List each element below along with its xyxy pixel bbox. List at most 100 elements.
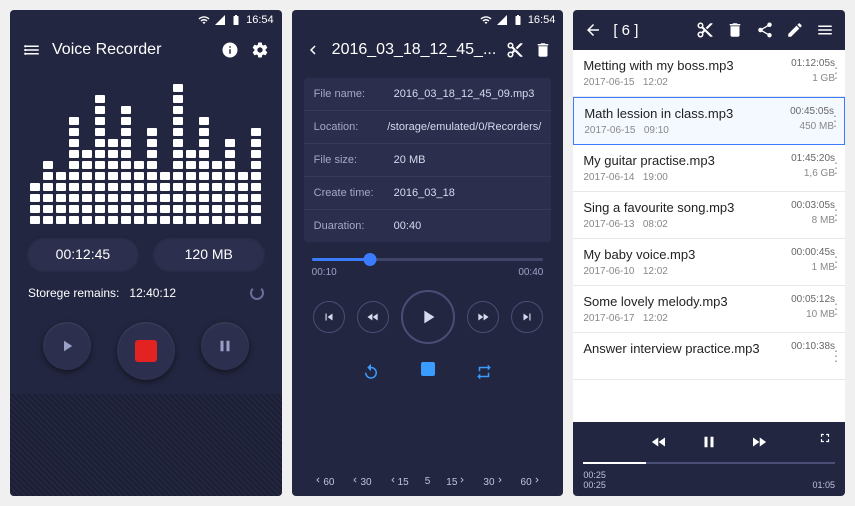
skip-option[interactable]: 15 — [440, 475, 473, 488]
back-icon[interactable] — [304, 40, 322, 60]
info-key: File name: — [314, 88, 394, 100]
repeat-icon[interactable] — [361, 362, 381, 382]
info-key: File size: — [314, 154, 394, 166]
file-title: 2016_03_18_12_45_... — [332, 41, 497, 59]
screen-list: [ 6 ] Metting with my boss.mp32017-06-15… — [573, 10, 845, 496]
pause-button[interactable] — [201, 322, 249, 370]
info-val: /storage/emulated/0/Recorders/ — [387, 121, 541, 133]
info-key: Create time: — [314, 187, 394, 199]
list-item[interactable]: Math lession in class.mp32017-06-15 09:1… — [573, 97, 845, 145]
status-time: 16:54 — [246, 14, 274, 26]
play-button[interactable] — [43, 322, 91, 370]
play-controls — [292, 282, 564, 352]
pos-time: 00:25 — [583, 470, 606, 480]
loop-icon[interactable] — [474, 362, 494, 382]
more-icon[interactable]: ⋮ — [829, 65, 843, 82]
list-item[interactable]: Answer interview practice.mp3 00:10:38s … — [573, 333, 845, 380]
storage-value: 12:40:12 — [129, 286, 176, 300]
signal-icon — [496, 14, 508, 26]
battery-icon — [230, 14, 242, 26]
info-val: 2016_03_18_12_45_09.mp3 — [394, 88, 542, 100]
controls — [10, 308, 282, 394]
next-track-button[interactable] — [511, 301, 543, 333]
trash-icon[interactable] — [534, 40, 552, 60]
menu-icon[interactable] — [22, 40, 42, 60]
gear-icon[interactable] — [250, 40, 270, 60]
info-val: 00:40 — [394, 220, 542, 232]
skip-option[interactable]: 60 — [307, 475, 340, 488]
storage-row: Storege remains: 12:40:12 — [10, 278, 282, 308]
skip-option[interactable]: 60 — [515, 475, 548, 488]
seek-track[interactable] — [583, 462, 835, 464]
info-val: 2016_03_18 — [394, 187, 542, 199]
info-icon[interactable] — [220, 40, 240, 60]
list-item[interactable]: My guitar practise.mp32017-06-14 19:00 0… — [573, 145, 845, 192]
wifi-icon — [480, 14, 492, 26]
info-key: Duaration: — [314, 220, 394, 232]
header: [ 6 ] — [573, 10, 845, 50]
share-icon[interactable] — [562, 40, 563, 60]
list-item[interactable]: My baby voice.mp32017-06-10 12:02 00:00:… — [573, 239, 845, 286]
cut-icon[interactable] — [506, 40, 524, 60]
cut-icon[interactable] — [695, 20, 715, 40]
prev-track-button[interactable] — [313, 301, 345, 333]
forward-button[interactable] — [749, 432, 769, 452]
app-title: Voice Recorder — [52, 41, 210, 59]
screen-player: 16:54 2016_03_18_12_45_... File name:201… — [292, 10, 564, 496]
texture — [10, 394, 282, 496]
status-time: 16:54 — [528, 14, 556, 26]
list-item[interactable]: Metting with my boss.mp32017-06-15 12:02… — [573, 50, 845, 97]
time-pos: 00:10 — [312, 267, 337, 278]
spinner-icon — [250, 286, 264, 300]
rewind-button[interactable] — [357, 301, 389, 333]
more-icon[interactable]: ⋮ — [829, 348, 843, 365]
stop-button[interactable] — [421, 362, 435, 382]
status-bar: 16:54 — [10, 10, 282, 30]
skip-row: 6030155153060 — [292, 467, 564, 496]
time-dur: 00:40 — [518, 267, 543, 278]
mini-player: 00:25 00:25 01:05 — [573, 422, 845, 496]
size-pill: 120 MB — [152, 236, 266, 272]
share-icon[interactable] — [755, 20, 775, 40]
time-row: 00:10 00:40 — [292, 263, 564, 282]
wifi-icon — [198, 14, 210, 26]
battery-icon — [512, 14, 524, 26]
stats-row: 00:12:45 120 MB — [10, 230, 282, 278]
more-icon[interactable]: ⋮ — [829, 160, 843, 177]
skip-option[interactable]: 30 — [477, 475, 510, 488]
record-button[interactable] — [117, 322, 175, 380]
list-title: [ 6 ] — [613, 22, 685, 39]
status-bar: 16:54 — [292, 10, 564, 30]
equalizer — [10, 70, 282, 230]
more-icon[interactable]: ⋮ — [829, 207, 843, 224]
more-icon[interactable]: ⋮ — [829, 254, 843, 271]
list-item[interactable]: Sing a favourite song.mp32017-06-13 08:0… — [573, 192, 845, 239]
rewind-button[interactable] — [649, 432, 669, 452]
pause-button[interactable] — [699, 432, 719, 452]
play-button[interactable] — [401, 290, 455, 344]
screen-recorder: 16:54 Voice Recorder 00:12:45 120 MB Sto… — [10, 10, 282, 496]
info-val: 20 MB — [394, 154, 542, 166]
more-icon[interactable]: ⋮ — [828, 113, 842, 130]
header: 2016_03_18_12_45_... — [292, 30, 564, 70]
storage-label: Storege remains: — [28, 286, 119, 300]
skip-option[interactable]: 5 — [419, 476, 437, 487]
menu-icon[interactable] — [815, 20, 835, 40]
skip-option[interactable]: 15 — [382, 475, 415, 488]
dur-time: 01:05 — [812, 480, 835, 490]
header: Voice Recorder — [10, 30, 282, 70]
info-key: Location: — [314, 121, 388, 133]
forward-button[interactable] — [467, 301, 499, 333]
timer-pill: 00:12:45 — [26, 236, 140, 272]
signal-icon — [214, 14, 226, 26]
skip-option[interactable]: 30 — [344, 475, 377, 488]
list-item[interactable]: Some lovely melody.mp32017-06-17 12:02 0… — [573, 286, 845, 333]
more-icon[interactable]: ⋮ — [829, 301, 843, 318]
trash-icon[interactable] — [725, 20, 745, 40]
back-icon[interactable] — [583, 20, 603, 40]
rem-time: 00:25 — [583, 480, 606, 490]
edit-icon[interactable] — [785, 20, 805, 40]
expand-icon[interactable] — [815, 428, 835, 448]
info-table: File name:2016_03_18_12_45_09.mp3 Locatio… — [304, 78, 552, 242]
seek-slider[interactable] — [292, 250, 564, 263]
